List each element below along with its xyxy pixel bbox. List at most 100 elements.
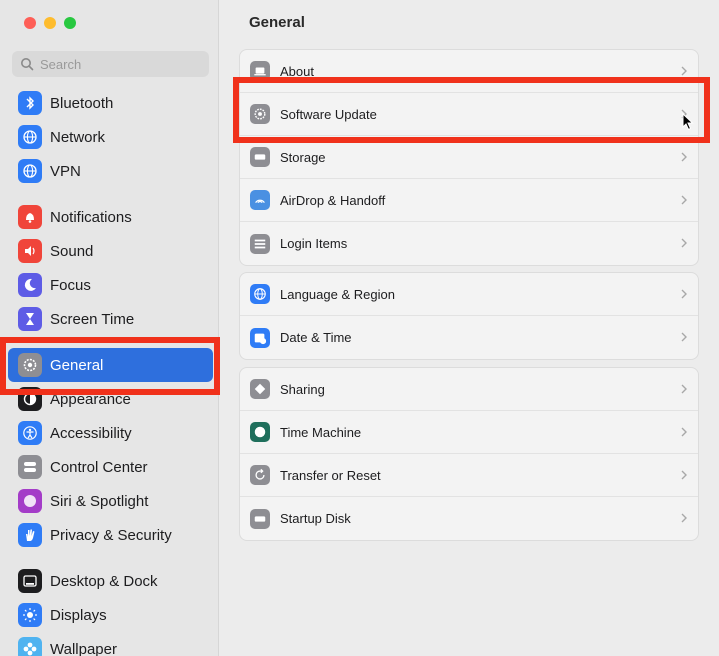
sidebar-group: Notifications Sound Focus Screen Time [8, 200, 213, 336]
speaker-icon [18, 239, 42, 263]
drive-icon [250, 147, 270, 167]
row-sharing[interactable]: Sharing [240, 368, 698, 411]
sidebar: Search Bluetooth Network VPN Notifications S… [0, 0, 219, 656]
sidebar-item-label: Screen Time [50, 310, 135, 328]
sun-icon [18, 603, 42, 627]
zoom-window-button[interactable] [64, 17, 76, 29]
row-software-update[interactable]: Software Update [240, 93, 698, 136]
sidebar-item-displays[interactable]: Displays [8, 598, 213, 632]
page-title: General [249, 14, 305, 31]
moon-icon [18, 273, 42, 297]
sidebar-group: Bluetooth Network VPN [8, 86, 213, 188]
globe-icon [250, 284, 270, 304]
minimize-window-button[interactable] [44, 17, 56, 29]
row-label: Startup Disk [280, 511, 351, 526]
sidebar-item-label: Privacy & Security [50, 526, 172, 544]
row-date-time[interactable]: Date & Time [240, 316, 698, 359]
time-machine-icon [250, 422, 270, 442]
sidebar-item-label: VPN [50, 162, 81, 180]
chevron-right-icon [681, 66, 687, 76]
main-pane: General About Software Update Storage AirDr… [219, 0, 719, 656]
toggles-icon [18, 455, 42, 479]
sidebar-group: Desktop & Dock Displays Wallpaper [8, 564, 213, 656]
search-placeholder: Search [40, 56, 82, 72]
chevron-right-icon [681, 289, 687, 299]
row-label: Language & Region [280, 286, 395, 302]
siri-icon [18, 489, 42, 513]
calendar-clock-icon [250, 327, 270, 348]
row-label: Software Update [280, 106, 377, 122]
sidebar-item-notifications[interactable]: Notifications [8, 200, 213, 234]
sidebar-item-label: Notifications [50, 208, 132, 226]
row-about[interactable]: About [240, 50, 698, 93]
sidebar-item-privacy-security[interactable]: Privacy & Security [8, 518, 213, 552]
sidebar-item-label: Bluetooth [50, 94, 114, 112]
disk-icon [250, 508, 270, 529]
sidebar-item-control-center[interactable]: Control Center [8, 450, 213, 484]
sidebar-item-siri-spotlight[interactable]: Siri & Spotlight [8, 484, 213, 518]
row-label: AirDrop & Handoff [280, 192, 386, 208]
accessibility-icon [18, 421, 42, 445]
sidebar-item-appearance[interactable]: Appearance [8, 382, 213, 416]
row-airdrop-handoff[interactable]: AirDrop & Handoff [240, 179, 698, 222]
row-language-region[interactable]: Language & Region [240, 273, 698, 316]
row-label: Storage [280, 149, 326, 165]
row-time-machine[interactable]: Time Machine [240, 411, 698, 454]
row-storage[interactable]: Storage [240, 136, 698, 179]
chevron-right-icon [681, 238, 687, 248]
row-login-items[interactable]: Login Items [240, 222, 698, 265]
chevron-right-icon [681, 152, 687, 162]
row-startup-disk[interactable]: Startup Disk [240, 497, 698, 540]
sidebar-list: Bluetooth Network VPN Notifications Sound Foc… [8, 86, 213, 656]
chevron-right-icon [681, 470, 687, 480]
sidebar-item-wallpaper[interactable]: Wallpaper [8, 632, 213, 656]
sidebar-item-label: Wallpaper [50, 640, 117, 656]
reset-icon [250, 465, 270, 485]
sidebar-item-label: Focus [50, 276, 91, 294]
window-controls [24, 17, 76, 29]
sidebar-item-accessibility[interactable]: Accessibility [8, 416, 213, 450]
appearance-icon [18, 387, 42, 411]
search-input[interactable]: Search [12, 51, 209, 77]
gear-icon [250, 104, 270, 124]
laptop-icon [250, 61, 270, 81]
vpn-globe-icon [18, 159, 42, 183]
sidebar-item-desktop-dock[interactable]: Desktop & Dock [8, 564, 213, 598]
row-label: Date & Time [280, 330, 352, 345]
sidebar-item-vpn[interactable]: VPN [8, 154, 213, 188]
settings-group: About Software Update Storage AirDrop & Han… [239, 49, 699, 266]
sidebar-item-label: Displays [50, 606, 107, 624]
flower-icon [18, 637, 42, 656]
row-transfer-or-reset[interactable]: Transfer or Reset [240, 454, 698, 497]
sidebar-item-label: Appearance [50, 390, 131, 408]
dock-icon [18, 569, 42, 593]
sidebar-item-label: Siri & Spotlight [50, 492, 149, 510]
chevron-right-icon [681, 195, 687, 205]
sidebar-item-label: General [50, 356, 104, 374]
sidebar-item-label: Control Center [50, 458, 148, 476]
chevron-right-icon [681, 384, 687, 394]
bluetooth-icon [18, 91, 42, 115]
sidebar-item-network[interactable]: Network [8, 120, 213, 154]
close-window-button[interactable] [24, 17, 36, 29]
row-label: Login Items [280, 236, 348, 251]
hand-icon [18, 523, 42, 547]
sidebar-item-sound[interactable]: Sound [8, 234, 213, 268]
chevron-right-icon [681, 332, 687, 342]
sidebar-item-general[interactable]: General [8, 348, 213, 382]
sharing-icon [250, 379, 270, 399]
row-label: Sharing [280, 381, 325, 397]
chevron-right-icon [681, 513, 687, 523]
system-settings-window: Search Bluetooth Network VPN Notifications S… [0, 0, 719, 656]
sidebar-item-focus[interactable]: Focus [8, 268, 213, 302]
bell-icon [18, 205, 42, 229]
gear-icon [18, 353, 42, 377]
chevron-right-icon [681, 427, 687, 437]
globe-icon [18, 125, 42, 149]
list-icon [250, 233, 270, 254]
hourglass-icon [18, 307, 42, 331]
sidebar-item-label: Sound [50, 242, 94, 260]
sidebar-item-screen-time[interactable]: Screen Time [8, 302, 213, 336]
mouse-cursor-icon [682, 113, 694, 131]
sidebar-item-bluetooth[interactable]: Bluetooth [8, 86, 213, 120]
